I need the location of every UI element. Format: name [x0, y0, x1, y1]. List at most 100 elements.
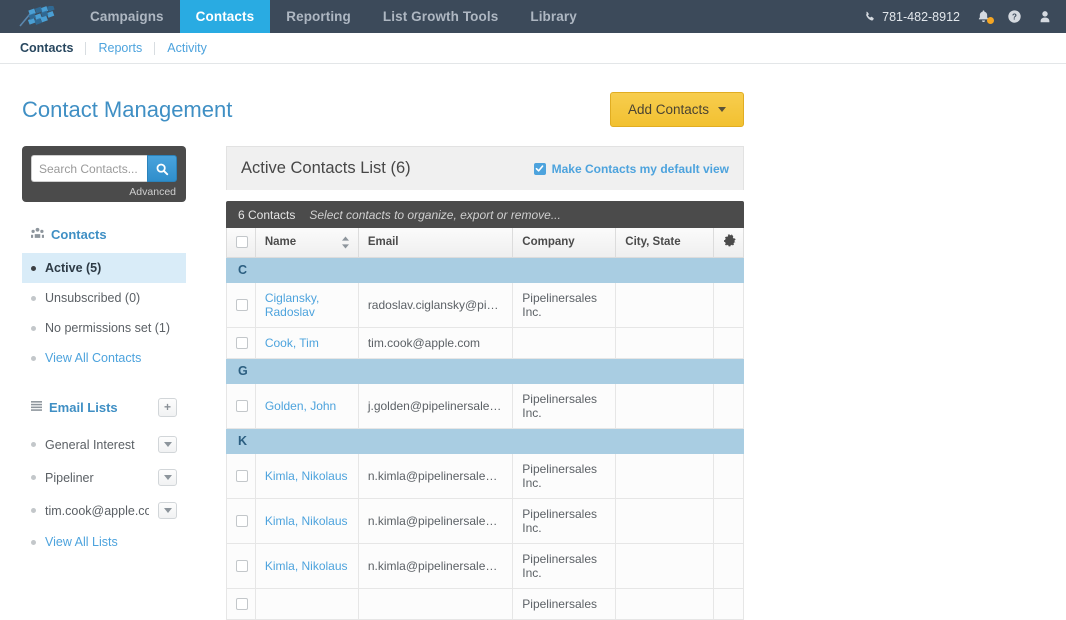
advanced-search-link[interactable]: Advanced — [31, 182, 177, 198]
sidebar: Advanced Contacts Active (5) Unsubscribe… — [22, 146, 186, 620]
nav-tab-campaigns[interactable]: Campaigns — [74, 0, 180, 33]
sidebar-item-no-permissions[interactable]: No permissions set (1) — [22, 313, 186, 343]
row-select-cell — [227, 498, 256, 543]
row-select-cell — [227, 453, 256, 498]
column-header-city-state[interactable]: City, State — [616, 228, 714, 257]
table-row[interactable]: Golden, John j.golden@pipelinersales.com… — [227, 383, 744, 428]
cell-actions — [714, 453, 744, 498]
user-icon[interactable] — [1038, 9, 1052, 24]
list-options-dropdown[interactable] — [158, 436, 177, 453]
primary-nav-tabs: Campaigns Contacts Reporting List Growth… — [74, 0, 593, 33]
sidebar-item-general-interest[interactable]: General Interest — [22, 428, 186, 461]
column-label: City, State — [625, 236, 680, 248]
sidebar-item-pipeliner[interactable]: Pipeliner — [22, 461, 186, 494]
bullet-icon — [31, 442, 36, 447]
sidebar-item-tim-cook-list[interactable]: tim.cook@apple.com — [22, 494, 186, 527]
contact-name-link[interactable]: Kimla, Nikolaus — [265, 559, 348, 573]
cell-company: Pipelinersales — [513, 588, 616, 619]
cell-actions — [714, 543, 744, 588]
add-contacts-button[interactable]: Add Contacts — [610, 92, 744, 127]
main-content: Active Contacts List (6) Make Contacts m… — [186, 146, 1066, 620]
contact-name-link[interactable]: Ciglansky, Radoslav — [265, 291, 319, 319]
row-checkbox[interactable] — [236, 560, 248, 572]
table-toolbar: 6 Contacts Select contacts to organize, … — [226, 201, 744, 228]
column-header-email[interactable]: Email — [358, 228, 512, 257]
nav-tab-list-growth-tools[interactable]: List Growth Tools — [367, 0, 514, 33]
contact-name-link[interactable]: Cook, Tim — [265, 336, 319, 350]
subnav-item-contacts[interactable]: Contacts — [20, 41, 85, 55]
row-checkbox[interactable] — [236, 598, 248, 610]
table-head: Name Email Company City, State — [227, 228, 744, 257]
gear-icon[interactable] — [723, 239, 737, 251]
subnav-item-activity[interactable]: Activity — [155, 41, 219, 55]
table-row[interactable]: Kimla, Nikolaus n.kimla@pipelinersales.c… — [227, 453, 744, 498]
bullet-icon — [31, 266, 36, 271]
cell-company: Pipelinersales Inc. — [513, 543, 616, 588]
cell-company: Pipelinersales Inc. — [513, 453, 616, 498]
nav-tab-contacts[interactable]: Contacts — [180, 0, 271, 33]
email-lists-heading-left[interactable]: Email Lists — [31, 400, 118, 415]
bullet-icon — [31, 540, 36, 545]
table-row[interactable]: Kimla, Nikolaus n.kimla@pipelinersales.c… — [227, 543, 744, 588]
column-settings-header[interactable] — [714, 228, 744, 257]
phone-number: 781-482-8912 — [882, 10, 960, 24]
top-right-utilities: 781-482-8912 ? — [864, 0, 1052, 33]
bell-icon[interactable] — [976, 9, 991, 24]
row-select-cell — [227, 588, 256, 619]
cell-name: Kimla, Nikolaus — [255, 453, 358, 498]
sidebar-item-label: Active (5) — [45, 261, 101, 275]
list-options-dropdown[interactable] — [158, 469, 177, 486]
sidebar-item-content: Pipeliner — [31, 471, 94, 485]
support-phone[interactable]: 781-482-8912 — [864, 10, 960, 24]
nav-tab-library[interactable]: Library — [514, 0, 592, 33]
cell-actions — [714, 282, 744, 327]
contact-name-link[interactable]: Kimla, Nikolaus — [265, 514, 348, 528]
cell-name: Golden, John — [255, 383, 358, 428]
column-header-name[interactable]: Name — [255, 228, 358, 257]
cell-actions — [714, 498, 744, 543]
select-all-checkbox[interactable] — [236, 236, 248, 248]
sidebar-item-unsubscribed[interactable]: Unsubscribed (0) — [22, 283, 186, 313]
content-columns: Advanced Contacts Active (5) Unsubscribe… — [0, 127, 1066, 620]
table-row[interactable]: Kimla, Nikolaus n.kimla@pipelinersales.c… — [227, 498, 744, 543]
sidebar-item-view-all-contacts[interactable]: View All Contacts — [22, 343, 186, 373]
sort-arrows-icon[interactable] — [341, 236, 350, 252]
contact-name-link[interactable]: Kimla, Nikolaus — [265, 469, 348, 483]
row-checkbox[interactable] — [236, 400, 248, 412]
sidebar-item-view-all-lists[interactable]: View All Lists — [22, 527, 186, 557]
search-input[interactable] — [31, 155, 147, 182]
table-row[interactable]: Pipelinersales — [227, 588, 744, 619]
page-title: Contact Management — [22, 97, 232, 123]
row-checkbox[interactable] — [236, 337, 248, 349]
row-checkbox[interactable] — [236, 515, 248, 527]
secondary-navigation: Contacts Reports Activity — [0, 33, 1066, 64]
chevron-down-icon — [718, 107, 726, 112]
chevron-down-icon — [164, 475, 172, 480]
sidebar-section-contacts-heading[interactable]: Contacts — [22, 216, 186, 253]
cell-company — [513, 327, 616, 358]
list-options-dropdown[interactable] — [158, 502, 177, 519]
cell-email: tim.cook@apple.com — [358, 327, 512, 358]
app-logo[interactable] — [0, 0, 74, 33]
bullet-icon — [31, 475, 36, 480]
row-checkbox[interactable] — [236, 470, 248, 482]
nav-tab-reporting[interactable]: Reporting — [270, 0, 367, 33]
sidebar-item-active[interactable]: Active (5) — [22, 253, 186, 283]
bullet-icon — [31, 296, 36, 301]
table-row[interactable]: Cook, Tim tim.cook@apple.com — [227, 327, 744, 358]
table-row[interactable]: Ciglansky, Radoslav radoslav.ciglansky@p… — [227, 282, 744, 327]
sidebar-item-label: General Interest — [45, 438, 135, 452]
help-icon[interactable]: ? — [1007, 9, 1022, 24]
subnav-item-reports[interactable]: Reports — [86, 41, 154, 55]
row-checkbox[interactable] — [236, 299, 248, 311]
column-header-company[interactable]: Company — [513, 228, 616, 257]
cell-name: Kimla, Nikolaus — [255, 498, 358, 543]
make-default-view-toggle[interactable]: Make Contacts my default view — [534, 162, 729, 176]
row-select-cell — [227, 327, 256, 358]
cell-email: n.kimla@pipelinersales.com — [358, 543, 512, 588]
add-list-button[interactable]: + — [158, 398, 177, 417]
make-default-view-label: Make Contacts my default view — [552, 162, 729, 176]
cell-email: radoslav.ciglansky@pipelin... — [358, 282, 512, 327]
contact-name-link[interactable]: Golden, John — [265, 399, 336, 413]
search-button[interactable] — [147, 155, 177, 182]
